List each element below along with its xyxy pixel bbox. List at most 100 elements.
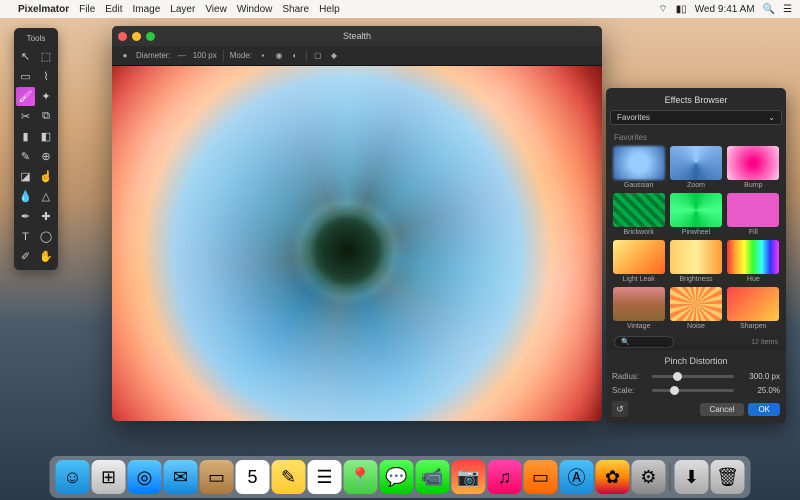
effect-sharpen[interactable]: Sharpen bbox=[727, 287, 780, 330]
dock-messages[interactable]: 💬 bbox=[380, 460, 414, 494]
menu-view[interactable]: View bbox=[205, 4, 227, 15]
menu-share[interactable]: Share bbox=[282, 4, 309, 15]
pencil-tool[interactable]: ✎ bbox=[16, 147, 35, 166]
mode-option-1[interactable]: ▪ bbox=[258, 51, 268, 61]
effect-label: Hue bbox=[747, 276, 760, 283]
dock-safari[interactable]: ◎ bbox=[128, 460, 162, 494]
dock-launchpad[interactable]: ⊞ bbox=[92, 460, 126, 494]
slice-tool[interactable]: ⧉ bbox=[37, 107, 56, 126]
effect-pinwheel[interactable]: Pinwheel bbox=[669, 193, 722, 236]
transform-tool[interactable]: ⬚ bbox=[37, 47, 56, 66]
brush-preset-icon[interactable]: ● bbox=[120, 51, 130, 61]
effect-gaussian[interactable]: Gaussian bbox=[612, 146, 665, 189]
menu-help[interactable]: Help bbox=[319, 4, 340, 15]
ok-button[interactable]: OK bbox=[748, 403, 780, 416]
effect-light-leak[interactable]: Light Leak bbox=[612, 240, 665, 283]
radius-slider[interactable] bbox=[652, 375, 734, 378]
menu-window[interactable]: Window bbox=[237, 4, 273, 15]
dock-notes[interactable]: ✎ bbox=[272, 460, 306, 494]
radius-value: 300.0 px bbox=[740, 372, 780, 381]
dock-contacts[interactable]: ▭ bbox=[200, 460, 234, 494]
blur-tool[interactable]: 💧 bbox=[16, 187, 35, 206]
diameter-slider[interactable]: — bbox=[177, 51, 187, 61]
battery-icon[interactable]: ▮▯ bbox=[676, 4, 687, 15]
effect-zoom[interactable]: Zoom bbox=[669, 146, 722, 189]
effect-brickwork[interactable]: Brickwork bbox=[612, 193, 665, 236]
move-tool[interactable]: ↖ bbox=[16, 47, 35, 66]
dock-itunes[interactable]: ♫ bbox=[488, 460, 522, 494]
gradient-tool[interactable]: ◧ bbox=[37, 127, 56, 146]
mode-option-4[interactable]: ▢ bbox=[313, 51, 323, 61]
mode-option-2[interactable]: ◉ bbox=[274, 51, 284, 61]
scale-slider[interactable] bbox=[652, 389, 734, 392]
dock-preferences[interactable]: ⚙ bbox=[632, 460, 666, 494]
sharpen-tool[interactable]: △ bbox=[37, 187, 56, 206]
app-name[interactable]: Pixelmator bbox=[18, 4, 69, 15]
dock-downloads[interactable]: ⬇ bbox=[675, 460, 709, 494]
type-tool[interactable]: T bbox=[16, 227, 35, 246]
spotlight-icon[interactable]: 🔍 bbox=[763, 4, 775, 15]
dock-facetime[interactable]: 📹 bbox=[416, 460, 450, 494]
effects-section-label: Favorites bbox=[610, 131, 782, 146]
effect-label: Gaussian bbox=[624, 182, 654, 189]
effect-fill[interactable]: Fill bbox=[727, 193, 780, 236]
paint-bucket-tool[interactable]: ▮ bbox=[16, 127, 35, 146]
dock-appstore[interactable]: Ⓐ bbox=[560, 460, 594, 494]
magic-wand-tool[interactable]: ✦ bbox=[37, 87, 56, 106]
effect-bump[interactable]: Bump bbox=[727, 146, 780, 189]
effect-vintage[interactable]: Vintage bbox=[612, 287, 665, 330]
chevron-down-icon: ⌄ bbox=[768, 113, 775, 122]
dock-mail[interactable]: ✉ bbox=[164, 460, 198, 494]
diameter-value[interactable]: 100 px bbox=[193, 51, 217, 60]
zoom-button[interactable] bbox=[146, 32, 155, 41]
mode-option-5[interactable]: ◆ bbox=[329, 51, 339, 61]
clock[interactable]: Wed 9:41 AM bbox=[695, 4, 755, 15]
effect-thumbnail bbox=[670, 193, 722, 227]
effect-label: Noise bbox=[687, 323, 705, 330]
cancel-button[interactable]: Cancel bbox=[700, 403, 745, 416]
dock-ibooks[interactable]: ▭ bbox=[524, 460, 558, 494]
mode-option-3[interactable]: ◐ bbox=[290, 51, 300, 61]
tools-panel: Tools ↖⬚▭⌇🖌✦✂⧉▮◧✎⊕◪☝💧△✒✚T◯✐✋ bbox=[14, 28, 58, 270]
eyedropper-tool[interactable]: ✐ bbox=[16, 247, 35, 266]
dock-finder[interactable]: ☺ bbox=[56, 460, 90, 494]
crop-tool[interactable]: ✂ bbox=[16, 107, 35, 126]
dock-photobooth[interactable]: 📷 bbox=[452, 460, 486, 494]
close-button[interactable] bbox=[118, 32, 127, 41]
hand-tool[interactable]: ✋ bbox=[37, 247, 56, 266]
menu-image[interactable]: Image bbox=[133, 4, 161, 15]
pen-tool[interactable]: ✒ bbox=[16, 207, 35, 226]
effect-noise[interactable]: Noise bbox=[669, 287, 722, 330]
menu-layer[interactable]: Layer bbox=[170, 4, 195, 15]
effect-thumbnail bbox=[727, 193, 779, 227]
effect-label: Pinwheel bbox=[682, 229, 710, 236]
menu-edit[interactable]: Edit bbox=[105, 4, 122, 15]
titlebar[interactable]: Stealth bbox=[112, 26, 602, 46]
healing-tool[interactable]: ✚ bbox=[37, 207, 56, 226]
brush-tool[interactable]: 🖌 bbox=[16, 87, 35, 106]
effect-hue[interactable]: Hue bbox=[727, 240, 780, 283]
clone-tool[interactable]: ⊕ bbox=[37, 147, 56, 166]
minimize-button[interactable] bbox=[132, 32, 141, 41]
shape-tool[interactable]: ◯ bbox=[37, 227, 56, 246]
menu-file[interactable]: File bbox=[79, 4, 95, 15]
effects-category-dropdown[interactable]: Favorites⌄ bbox=[610, 110, 782, 125]
scale-value: 25.0% bbox=[740, 386, 780, 395]
effects-search-input[interactable]: 🔍 bbox=[614, 336, 674, 348]
mode-label: Mode: bbox=[230, 51, 252, 60]
effect-brightness[interactable]: Brightness bbox=[669, 240, 722, 283]
notification-center-icon[interactable]: ☰ bbox=[783, 4, 792, 15]
dock-trash[interactable]: 🗑 bbox=[711, 460, 745, 494]
dock-pixelmator[interactable]: ✿ bbox=[596, 460, 630, 494]
reset-button[interactable]: ↺ bbox=[612, 401, 628, 417]
wifi-icon[interactable]: ⌔ bbox=[658, 3, 667, 16]
effect-label: Fill bbox=[749, 229, 758, 236]
canvas[interactable] bbox=[112, 66, 602, 421]
dock-reminders[interactable]: ☰ bbox=[308, 460, 342, 494]
marquee-tool[interactable]: ▭ bbox=[16, 67, 35, 86]
dock-calendar[interactable]: 5 bbox=[236, 460, 270, 494]
lasso-tool[interactable]: ⌇ bbox=[37, 67, 56, 86]
dock-maps[interactable]: 📍 bbox=[344, 460, 378, 494]
smudge-tool[interactable]: ☝ bbox=[37, 167, 56, 186]
eraser-tool[interactable]: ◪ bbox=[16, 167, 35, 186]
